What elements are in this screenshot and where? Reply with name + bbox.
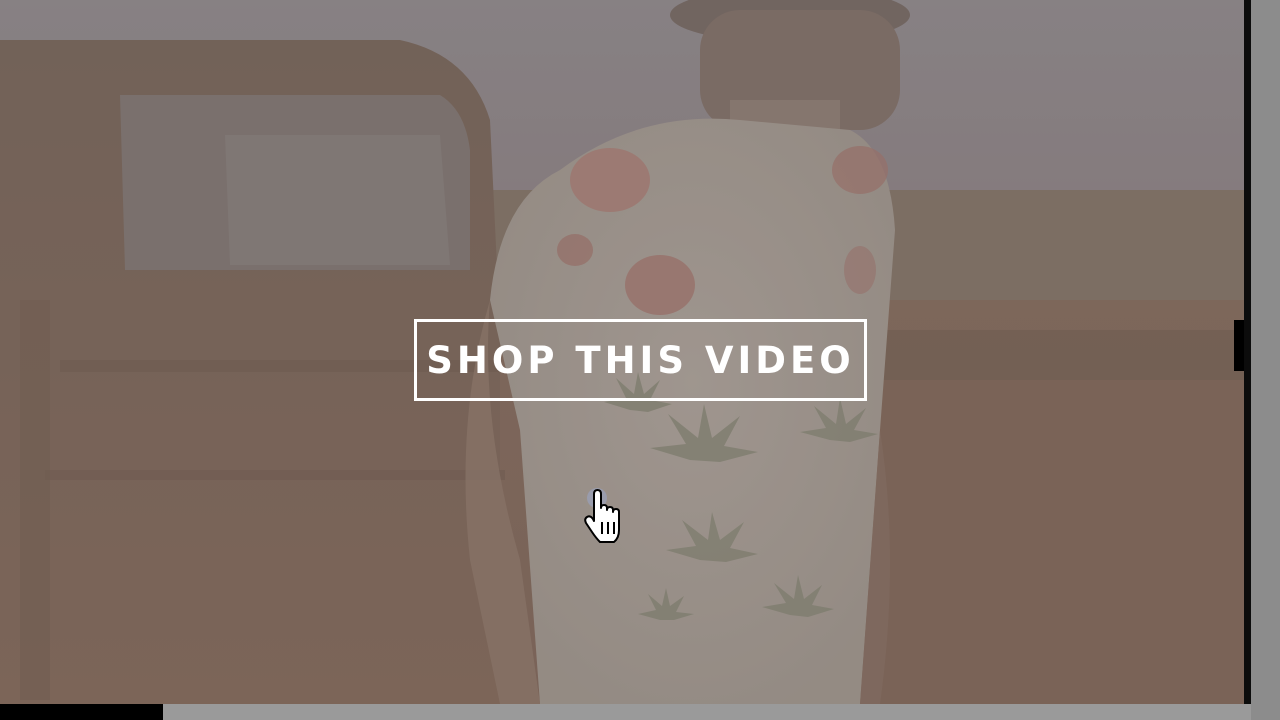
shop-this-video-label: SHOP THIS VIDEO xyxy=(426,338,855,382)
page-margin xyxy=(1251,0,1280,720)
hand-pointer-icon xyxy=(584,488,620,543)
shop-this-video-button[interactable]: SHOP THIS VIDEO xyxy=(414,319,867,401)
video-progress-fill xyxy=(0,704,163,720)
side-scroll-handle[interactable] xyxy=(1234,320,1244,371)
player-right-edge xyxy=(1244,0,1251,704)
video-player[interactable]: SHOP THIS VIDEO xyxy=(0,0,1280,720)
video-progress-bar[interactable] xyxy=(0,704,1251,720)
